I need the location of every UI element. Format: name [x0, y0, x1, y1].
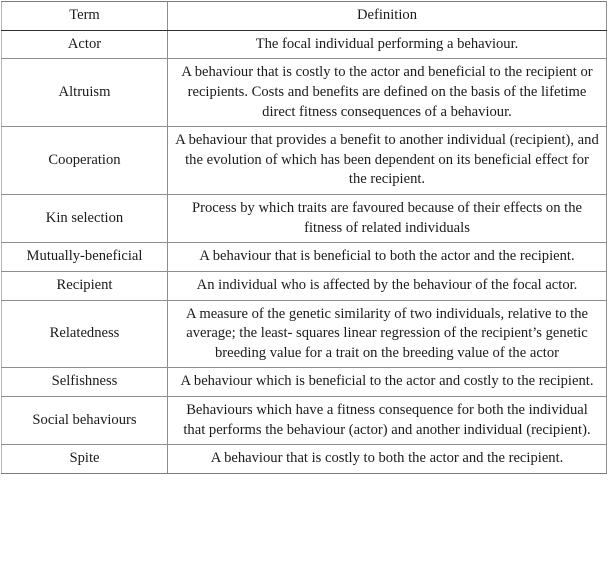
table-row: Recipient An individual who is affected b…	[1, 270, 607, 301]
table-header-row: Term Definition	[1, 1, 607, 31]
term-cell: Actor	[1, 29, 168, 60]
definition-cell: A behaviour that is costly to the actor …	[167, 58, 607, 128]
definition-cell: The focal individual performing a behavi…	[167, 29, 607, 60]
glossary-table: Term Definition Actor The focal individua…	[1, 1, 607, 474]
term-cell: Selfishness	[1, 367, 168, 397]
term-cell: Recipient	[1, 270, 168, 301]
column-header-definition: Definition	[167, 1, 607, 31]
table-row: Spite A behaviour that is costly to both …	[1, 444, 607, 474]
table-body: Actor The focal individual performing a b…	[1, 29, 607, 474]
definition-cell: A measure of the genetic similarity of t…	[167, 299, 607, 369]
definition-cell: A behaviour which is beneficial to the a…	[167, 367, 607, 397]
table-header: Term Definition	[1, 1, 607, 31]
term-cell: Social behaviours	[1, 395, 168, 446]
table-row: Social behaviours Behaviours which have a…	[1, 395, 607, 446]
table-row: Cooperation A behaviour that provides a b…	[1, 126, 607, 195]
term-cell: Kin selection	[1, 193, 168, 244]
document-page: Term Definition Actor The focal individua…	[0, 0, 609, 583]
table-row: Relatedness A measure of the genetic simi…	[1, 299, 607, 369]
definition-cell: A behaviour that provides a benefit to a…	[167, 126, 607, 195]
table-row: Altruism A behaviour that is costly to th…	[1, 58, 607, 128]
definition-cell: Process by which traits are favoured bec…	[167, 193, 607, 244]
term-cell: Cooperation	[1, 126, 168, 195]
table-row: Kin selection Process by which traits are…	[1, 193, 607, 244]
definition-cell: Behaviours which have a fitness conseque…	[167, 395, 607, 446]
term-cell: Altruism	[1, 58, 168, 128]
table-row: Actor The focal individual performing a b…	[1, 29, 607, 60]
table-row: Selfishness A behaviour which is benefici…	[1, 367, 607, 397]
table-row: Mutually-beneficial A behaviour that is b…	[1, 242, 607, 272]
term-cell: Mutually-beneficial	[1, 242, 168, 272]
term-cell: Spite	[1, 444, 168, 474]
definition-cell: An individual who is affected by the beh…	[167, 270, 607, 301]
term-cell: Relatedness	[1, 299, 168, 369]
definition-cell: A behaviour that is beneficial to both t…	[167, 242, 607, 272]
definition-cell: A behaviour that is costly to both the a…	[167, 444, 607, 474]
column-header-term: Term	[1, 1, 168, 31]
